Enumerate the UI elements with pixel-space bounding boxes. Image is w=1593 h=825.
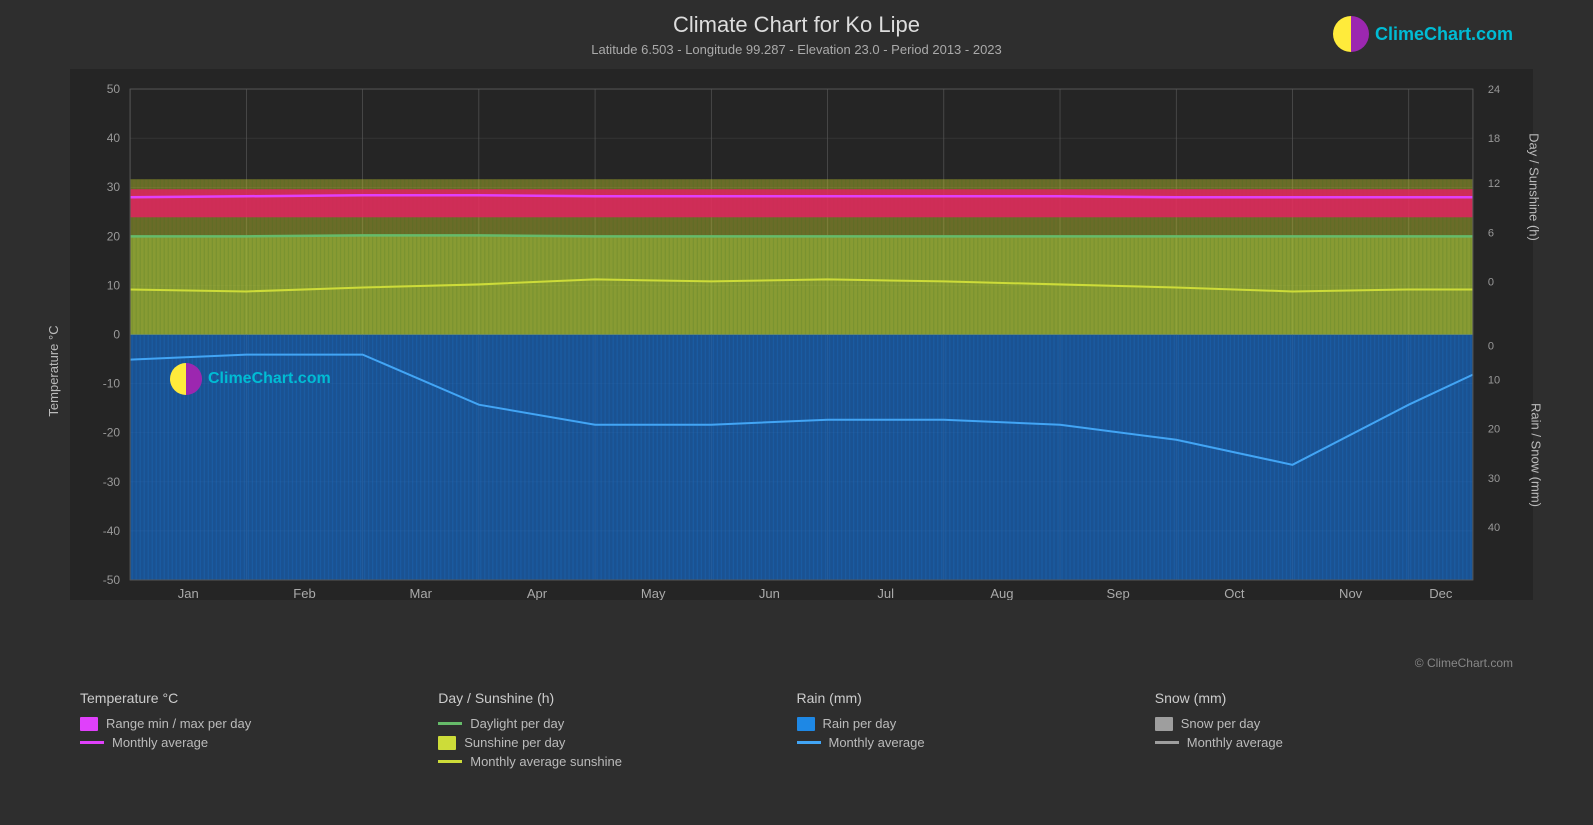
temp-avg-label: Monthly average [112, 735, 208, 750]
svg-text:0: 0 [1488, 276, 1494, 288]
sunshine-avg-label: Monthly average sunshine [470, 754, 622, 769]
legend-temp-range: Range min / max per day [80, 716, 438, 731]
y-axis-left-label: Temperature °C [46, 325, 61, 416]
legend-rain-title: Rain (mm) [797, 690, 1155, 706]
svg-text:Oct: Oct [1224, 586, 1245, 600]
logo-bottom-left: ClimeChart.com [170, 363, 331, 395]
snow-per-day-swatch [1155, 717, 1173, 731]
chart-area: Day / Sunshine (h) Rain / Snow (mm) 50 4… [70, 69, 1533, 605]
legend-temp-avg: Monthly average [80, 735, 438, 750]
legend-daylight: Daylight per day [438, 716, 796, 731]
legend-snow-avg: Monthly average [1155, 735, 1513, 750]
svg-text:-40: -40 [103, 524, 121, 538]
svg-text:Aug: Aug [990, 586, 1013, 600]
svg-text:Feb: Feb [293, 586, 315, 600]
svg-text:30: 30 [107, 180, 121, 194]
sunshine-avg-swatch [438, 760, 462, 763]
snow-per-day-label: Snow per day [1181, 716, 1261, 731]
daylight-label: Daylight per day [470, 716, 564, 731]
legend-area: Temperature °C Range min / max per day M… [0, 680, 1593, 825]
legend-col-rain: Rain (mm) Rain per day Monthly average [797, 690, 1155, 815]
svg-text:Jul: Jul [877, 586, 894, 600]
rain-avg-swatch [797, 741, 821, 744]
main-chart-svg: 50 40 24 30 18 20 12 10 6 0 [70, 69, 1533, 600]
svg-text:40: 40 [107, 131, 121, 145]
legend-sunshine-avg: Monthly average sunshine [438, 754, 796, 769]
rain-per-day-label: Rain per day [823, 716, 897, 731]
logo-icon-bottom [170, 363, 202, 395]
svg-text:Nov: Nov [1339, 586, 1363, 600]
logo-top-text: ClimeChart.com [1375, 24, 1513, 45]
rain-per-day-swatch [797, 717, 815, 731]
svg-text:20: 20 [107, 229, 121, 243]
svg-text:-10: -10 [103, 377, 121, 391]
svg-text:Dec: Dec [1429, 586, 1453, 600]
svg-text:-20: -20 [103, 426, 121, 440]
svg-text:50: 50 [107, 82, 121, 96]
temp-avg-swatch [80, 741, 104, 744]
svg-text:18: 18 [1488, 133, 1500, 145]
legend-sunshine-title: Day / Sunshine (h) [438, 690, 796, 706]
svg-text:Mar: Mar [410, 586, 433, 600]
legend-temp-title: Temperature °C [80, 690, 438, 706]
svg-text:6: 6 [1488, 227, 1494, 239]
svg-text:Sep: Sep [1107, 586, 1130, 600]
legend-col-temperature: Temperature °C Range min / max per day M… [80, 690, 438, 815]
daylight-swatch [438, 722, 462, 725]
logo-icon-top [1333, 16, 1369, 52]
svg-text:12: 12 [1488, 178, 1500, 190]
y-axis-right-label-sunshine: Day / Sunshine (h) [1527, 133, 1542, 241]
svg-text:0: 0 [1488, 341, 1494, 353]
snow-avg-label: Monthly average [1187, 735, 1283, 750]
legend-col-sunshine: Day / Sunshine (h) Daylight per day Suns… [438, 690, 796, 815]
legend-rain-per-day: Rain per day [797, 716, 1155, 731]
copyright: © ClimeChart.com [1415, 656, 1513, 670]
temp-range-label: Range min / max per day [106, 716, 251, 731]
sunshine-per-day-swatch [438, 736, 456, 750]
svg-text:-50: -50 [103, 573, 121, 587]
svg-text:10: 10 [1488, 375, 1500, 387]
svg-text:40: 40 [1488, 522, 1500, 534]
rain-avg-label: Monthly average [829, 735, 925, 750]
legend-snow-per-day: Snow per day [1155, 716, 1513, 731]
svg-text:-30: -30 [103, 475, 121, 489]
chart-container: Climate Chart for Ko Lipe Latitude 6.503… [0, 0, 1593, 825]
svg-text:0: 0 [113, 328, 120, 342]
legend-rain-avg: Monthly average [797, 735, 1155, 750]
svg-text:30: 30 [1488, 473, 1500, 485]
y-axis-right-label-rain: Rain / Snow (mm) [1528, 403, 1543, 507]
legend-snow-title: Snow (mm) [1155, 690, 1513, 706]
svg-text:Jun: Jun [759, 586, 780, 600]
svg-text:20: 20 [1488, 424, 1500, 436]
logo-top-right: ClimeChart.com [1333, 16, 1513, 52]
snow-avg-swatch [1155, 741, 1179, 744]
svg-text:10: 10 [107, 278, 121, 292]
legend-col-snow: Snow (mm) Snow per day Monthly average [1155, 690, 1513, 815]
sunshine-per-day-label: Sunshine per day [464, 735, 565, 750]
svg-text:Jan: Jan [178, 586, 199, 600]
svg-text:Apr: Apr [527, 586, 548, 600]
temp-range-swatch [80, 717, 98, 731]
legend-sunshine-per-day: Sunshine per day [438, 735, 796, 750]
svg-text:May: May [641, 586, 666, 600]
svg-text:24: 24 [1488, 84, 1500, 96]
logo-bottom-text: ClimeChart.com [208, 370, 331, 388]
